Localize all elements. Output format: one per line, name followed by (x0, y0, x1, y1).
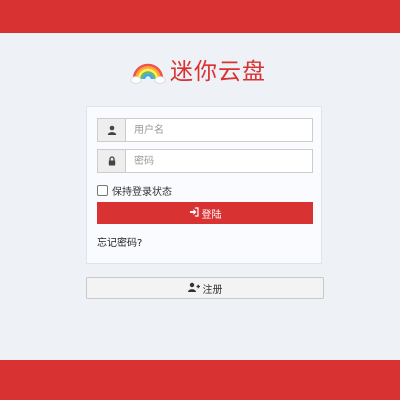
app-title: 迷你云盘 (170, 59, 266, 85)
forgot-password-link[interactable]: 忘记密码? (97, 234, 142, 249)
register-label: 注册 (202, 284, 223, 296)
password-group (97, 149, 313, 173)
login-label: 登陆 (201, 209, 222, 221)
login-button[interactable]: 登陆 (97, 202, 313, 224)
top-banner (0, 0, 400, 33)
user-plus-icon (187, 282, 203, 295)
username-input[interactable] (125, 118, 313, 142)
register-button[interactable]: 注册 (86, 277, 324, 299)
password-input[interactable] (125, 149, 313, 173)
remember-label: 保持登录状态 (112, 187, 172, 198)
remember-checkbox[interactable] (97, 185, 108, 196)
lock-icon (97, 149, 125, 173)
sign-in-icon (189, 206, 202, 220)
login-card: 保持登录状态 登陆 忘记密码? (86, 106, 322, 264)
user-icon (97, 118, 125, 142)
bottom-banner (0, 360, 400, 400)
brand-header: 迷你云盘 (130, 54, 266, 90)
rainbow-cloud-icon (130, 59, 166, 85)
username-group (97, 118, 313, 142)
remember-me[interactable]: 保持登录状态 (97, 183, 172, 198)
